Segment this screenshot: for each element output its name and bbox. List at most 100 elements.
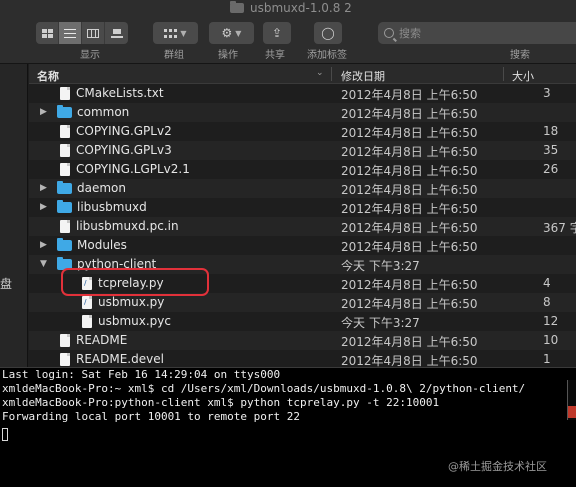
file-size: 8 — [543, 295, 551, 309]
table-row[interactable]: ▶ libusbmuxd 2012年4月8日 上午6:50 — [29, 198, 576, 217]
chevron-down-icon: ▼ — [180, 28, 187, 38]
document-icon — [60, 144, 70, 157]
icon-view-button[interactable] — [36, 22, 59, 44]
folder-icon — [57, 238, 72, 251]
modified-date: 2012年4月8日 上午6:50 — [341, 107, 478, 121]
disclosure-collapsed-icon[interactable]: ▶ — [40, 202, 47, 212]
column-header: 名称 ⌄ 修改日期 大小 — [29, 64, 576, 84]
table-row[interactable]: README.devel 2012年4月8日 上午6:50 1 — [29, 350, 576, 367]
python-mark-icon: / — [84, 298, 87, 306]
chevron-down-icon: ▼ — [235, 28, 242, 38]
table-row[interactable]: README 2012年4月8日 上午6:50 10 — [29, 331, 576, 350]
display-label: 显示 — [80, 50, 100, 61]
table-row[interactable]: usbmux.pyc 今天 下午3:27 12 — [29, 312, 576, 331]
modified-date: 2012年4月8日 上午6:50 — [341, 278, 478, 292]
sidebar: 盘 — [0, 64, 28, 367]
sidebar-item-label[interactable]: 盘 — [0, 275, 12, 292]
search-label: 搜索 — [510, 50, 530, 61]
file-size: 1 — [543, 352, 551, 366]
file-size: 3 — [543, 86, 551, 100]
list-icon — [64, 28, 76, 38]
table-row[interactable]: CMakeLists.txt 2012年4月8日 上午6:50 3 — [29, 84, 576, 103]
file-size: 367 字 — [543, 221, 576, 235]
disclosure-collapsed-icon[interactable]: ▶ — [40, 240, 47, 250]
table-row[interactable]: COPYING.GPLv3 2012年4月8日 上午6:50 35 — [29, 141, 576, 160]
toolbar: 显示 ▼ 群组 ⚙ ▼ 操作 ⇪ 共享 ◯ 添加标签 搜索 搜索 — [0, 16, 576, 64]
file-name: usbmux.pyc — [98, 314, 172, 328]
columns-icon — [87, 28, 99, 38]
file-name: CMakeLists.txt — [76, 86, 164, 100]
group-label: 群组 — [164, 50, 184, 61]
table-row[interactable]: COPYING.GPLv2 2012年4月8日 上午6:50 18 — [29, 122, 576, 141]
terminal-line: Last login: Sat Feb 16 14:29:04 on ttys0… — [2, 368, 281, 381]
table-row[interactable]: ▶ common 2012年4月8日 上午6:50 — [29, 103, 576, 122]
finder-window: usbmuxd-1.0.8 2 显示 ▼ 群组 ⚙ ▼ 操作 ⇪ 共享 ◯ 添加… — [0, 0, 576, 367]
group-button[interactable]: ▼ — [153, 22, 198, 44]
table-row[interactable]: libusbmuxd.pc.in 2012年4月8日 上午6:50 367 字 — [29, 217, 576, 236]
share-button-inner: ⇪ — [263, 22, 291, 44]
share-button[interactable]: ⇪ — [263, 22, 291, 44]
modified-date: 2012年4月8日 上午6:50 — [341, 145, 478, 159]
table-row[interactable]: ▶ Modules 2012年4月8日 上午6:50 — [29, 236, 576, 255]
table-row[interactable]: COPYING.LGPLv2.1 2012年4月8日 上午6:50 26 — [29, 160, 576, 179]
tags-button-inner: ◯ — [314, 22, 342, 44]
modified-date: 2012年4月8日 上午6:50 — [341, 354, 478, 367]
file-name: common — [77, 105, 130, 119]
file-name: COPYING.GPLv2 — [76, 124, 172, 138]
document-icon — [82, 315, 92, 328]
background-window-mark — [568, 406, 576, 418]
file-size: 18 — [543, 124, 559, 138]
document-icon — [60, 163, 70, 176]
action-button-inner: ⚙ ▼ — [209, 22, 254, 44]
modified-date: 2012年4月8日 上午6:50 — [341, 183, 478, 197]
list-view-button[interactable] — [59, 22, 82, 44]
file-size: 26 — [543, 162, 559, 176]
modified-date: 今天 下午3:27 — [341, 316, 420, 330]
terminal-line: xmldeMacBook-Pro:~ xml$ cd /Users/xml/Do… — [2, 382, 526, 395]
column-divider[interactable] — [331, 67, 332, 81]
table-row[interactable]: ▶ daemon 2012年4月8日 上午6:50 — [29, 179, 576, 198]
file-name: usbmux.py — [98, 295, 165, 309]
file-name: README.devel — [76, 352, 164, 366]
gallery-view-button[interactable] — [105, 22, 128, 44]
file-name: README — [76, 333, 128, 347]
selection-highlight-box — [61, 268, 209, 296]
terminal-window[interactable]: Last login: Sat Feb 16 14:29:04 on ttys0… — [0, 367, 576, 487]
window-title: usbmuxd-1.0.8 2 — [230, 0, 352, 16]
modified-date: 2012年4月8日 上午6:50 — [341, 240, 478, 254]
disclosure-collapsed-icon[interactable]: ▶ — [40, 107, 47, 117]
tags-label: 添加标签 — [307, 50, 347, 61]
terminal-cursor — [2, 428, 8, 441]
document-icon — [60, 125, 70, 138]
action-label: 操作 — [218, 50, 238, 61]
view-mode-control — [36, 22, 128, 44]
group-button-inner: ▼ — [153, 22, 198, 44]
terminal-line: xmldeMacBook-Pro:python-client xml$ pyth… — [2, 396, 440, 409]
modified-date: 2012年4月8日 上午6:50 — [341, 335, 478, 349]
file-name: daemon — [77, 181, 126, 195]
search-field[interactable]: 搜索 — [378, 22, 576, 44]
chevron-down-icon: ⌄ — [316, 68, 324, 78]
file-name: COPYING.LGPLv2.1 — [76, 162, 190, 176]
file-list: 名称 ⌄ 修改日期 大小 CMakeLists.txt 2012年4月8日 上午6… — [29, 64, 576, 367]
terminal-line: Forwarding local port 10001 to remote po… — [2, 410, 301, 423]
column-view-button[interactable] — [82, 22, 105, 44]
watermark: @稀土掘金技术社区 — [448, 460, 547, 473]
document-icon — [60, 334, 70, 347]
group-icon — [164, 28, 178, 38]
tags-button[interactable]: ◯ — [314, 22, 342, 44]
file-name: Modules — [77, 238, 127, 252]
column-divider[interactable] — [503, 67, 504, 81]
disclosure-expanded-icon[interactable]: ▼ — [40, 259, 47, 269]
action-button[interactable]: ⚙ ▼ — [209, 22, 254, 44]
file-rows: CMakeLists.txt 2012年4月8日 上午6:50 3 ▶ common 20… — [29, 84, 576, 367]
modified-date: 2012年4月8日 上午6:50 — [341, 88, 478, 102]
disclosure-collapsed-icon[interactable]: ▶ — [40, 183, 47, 193]
size-column-header[interactable]: 大小 — [512, 68, 534, 84]
modified-date: 2012年4月8日 上午6:50 — [341, 126, 478, 140]
gear-icon: ⚙ — [221, 26, 233, 40]
file-size: 12 — [543, 314, 559, 328]
name-column-header[interactable]: 名称 — [37, 68, 59, 84]
date-column-header[interactable]: 修改日期 — [341, 68, 385, 84]
window-title-text: usbmuxd-1.0.8 2 — [250, 1, 352, 15]
